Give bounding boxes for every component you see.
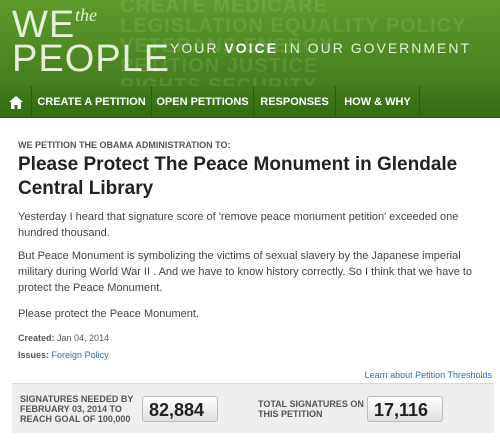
nav-how-why[interactable]: HOW & WHY (336, 86, 420, 118)
nav-open-petitions[interactable]: OPEN PETITIONS (152, 86, 254, 118)
petition-paragraph-3: Please protect the Peace Monument. (18, 308, 199, 320)
issue-link-foreign-policy[interactable]: Foreign Policy (52, 350, 109, 360)
logo-people[interactable]: PEOPLE (12, 40, 170, 78)
created-meta: Created: Jan 04, 2014 (18, 333, 109, 343)
home-icon (8, 95, 23, 109)
created-date: Jan 04, 2014 (57, 333, 110, 343)
logo-the[interactable]: the (75, 6, 97, 24)
total-signatures-label: TOTAL SIGNATURES ON THIS PETITION (258, 399, 364, 419)
petition-paragraph-1: Yesterday I heard that signature score o… (18, 211, 459, 239)
signatures-needed-label: SIGNATURES NEEDED BY FEBRUARY 03, 2014 T… (20, 394, 134, 424)
site-header: CREATE MEDICARE LEGISLATION EQUALITY POL… (0, 0, 500, 86)
issues-meta: Issues: Foreign Policy (18, 350, 109, 360)
petition-title: Please Protect The Peace Monument in Gle… (18, 154, 458, 199)
issues-label: Issues: (18, 350, 50, 360)
total-signatures-counter: 17,116 (367, 396, 443, 422)
petition-kicker: WE PETITION THE OBAMA ADMINISTRATION TO: (18, 140, 231, 150)
main-nav: CREATE A PETITION OPEN PETITIONS RESPONS… (0, 86, 500, 118)
created-label: Created: (18, 333, 55, 343)
petition-paragraph-2: But Peace Monument is symbolizing the vi… (18, 250, 473, 294)
nav-responses[interactable]: RESPONSES (254, 86, 336, 118)
signatures-needed-counter: 82,884 (142, 396, 218, 422)
tagline: YOUR VOICE IN OUR GOVERNMENT (170, 40, 472, 56)
petition-thresholds-link[interactable]: Learn about Petition Thresholds (365, 370, 492, 380)
signature-stats: SIGNATURES NEEDED BY FEBRUARY 03, 2014 T… (12, 383, 494, 433)
home-button[interactable] (0, 86, 32, 118)
nav-create-petition[interactable]: CREATE A PETITION (32, 86, 152, 118)
